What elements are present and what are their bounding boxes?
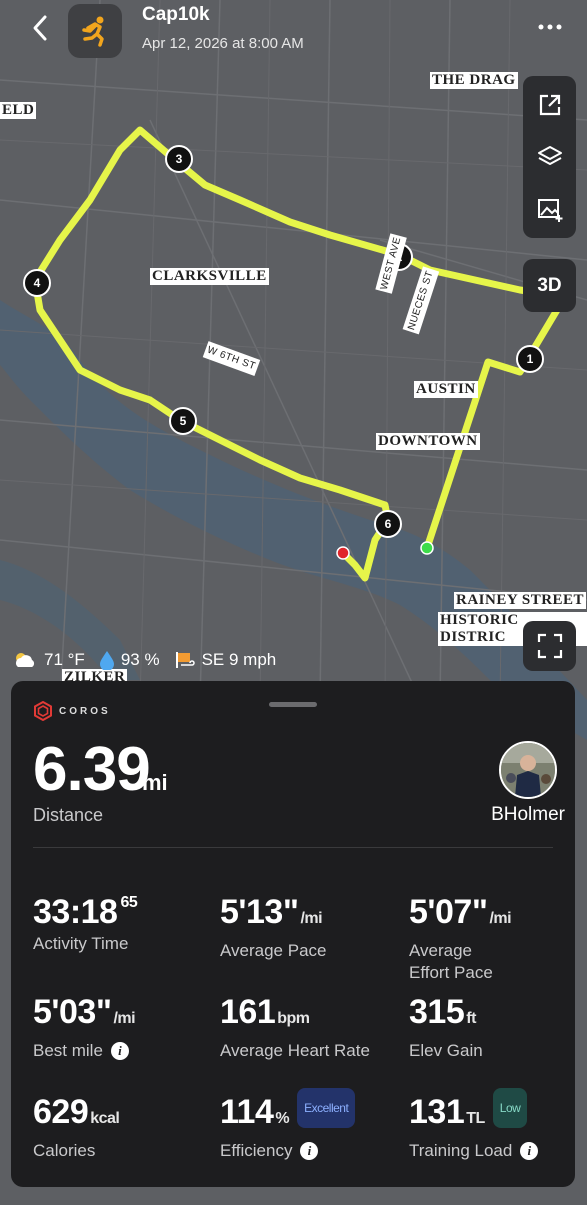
efficiency-badge: Excellent — [297, 1088, 356, 1129]
coros-logo: COROS — [33, 701, 111, 721]
stat-training-load: 131 TL Low Training Load i — [409, 1088, 539, 1162]
avatar[interactable] — [499, 741, 557, 799]
add-photo-button[interactable] — [523, 184, 576, 234]
map-label-the-drag: THE DRAG — [430, 72, 518, 89]
share-button[interactable] — [523, 80, 576, 130]
info-icon[interactable]: i — [110, 1042, 129, 1060]
activity-time-label: Activity Time — [33, 934, 129, 953]
fullscreen-button[interactable] — [523, 621, 576, 671]
stat-calories: 629 kcal Calories — [33, 1093, 120, 1162]
calories-value: 629 — [33, 1093, 89, 1131]
stats-panel: COROS 6.39 mi Distance BHolmer 33:18 65 A… — [11, 681, 575, 1187]
avg-hr-label: Average Heart Rate — [220, 1041, 370, 1060]
activity-title: Cap10k — [142, 4, 210, 25]
3d-button[interactable]: 3D — [523, 259, 576, 312]
avg-pace-value: 5'13" — [220, 893, 299, 931]
map-tools — [523, 76, 576, 238]
training-load-label: Training Load — [409, 1141, 513, 1160]
top-bar: Cap10k Apr 12, 2026 at 8:00 AM — [0, 0, 587, 70]
back-button[interactable] — [22, 10, 58, 46]
share-icon — [539, 94, 560, 116]
coros-brand-text: COROS — [59, 705, 111, 717]
ellipsis-icon — [538, 24, 562, 30]
efficiency-label: Efficiency — [220, 1141, 293, 1160]
username[interactable]: BHolmer — [459, 804, 565, 826]
end-dot — [336, 546, 350, 560]
best-mile-unit: /mi — [113, 1010, 136, 1027]
more-options-button[interactable] — [532, 12, 568, 42]
wind-flag-icon — [175, 652, 195, 668]
layers-icon — [537, 146, 562, 165]
activity-date: Apr 12, 2026 at 8:00 AM — [142, 35, 304, 52]
coros-logo-icon — [34, 701, 52, 721]
chevron-left-icon — [33, 15, 47, 41]
humidity-value: 93 % — [120, 650, 160, 669]
map-label-clarksville: CLARKSVILLE — [150, 268, 269, 285]
training-load-value: 131 — [409, 1093, 465, 1131]
partly-cloudy-icon — [16, 653, 35, 667]
training-load-unit: TL — [466, 1110, 485, 1127]
info-icon[interactable]: i — [520, 1142, 539, 1160]
avg-pace-unit: /mi — [300, 910, 323, 927]
elev-gain-unit: ft — [466, 1010, 476, 1027]
avg-effort-pace-unit: /mi — [489, 910, 512, 927]
calories-label: Calories — [33, 1141, 96, 1160]
mile-marker-4: 4 — [23, 269, 51, 297]
activity-time-hundredths: 65 — [120, 894, 138, 911]
distance-value: 6.39 — [33, 735, 151, 804]
stat-average-effort-pace: 5'07"/mi Average Effort Pace — [409, 893, 512, 984]
running-activity-icon — [68, 4, 122, 58]
drag-handle[interactable] — [269, 702, 317, 707]
avg-effort-pace-value: 5'07" — [409, 893, 488, 931]
map-label-downtown: DOWNTOWN — [376, 433, 480, 450]
start-dot — [420, 541, 434, 555]
map-label-rainey-street: RAINEY STREET — [454, 592, 587, 609]
avg-hr-unit: bpm — [277, 1010, 310, 1027]
weather-bar: 71 °F 93 % SE 9 mph — [12, 648, 290, 672]
temperature: 71 °F — [12, 650, 85, 670]
avg-effort-pace-label-1: Average — [409, 941, 473, 960]
best-mile-value: 5'03" — [33, 993, 112, 1031]
expand-icon — [537, 633, 562, 659]
distance-unit: mi — [142, 770, 168, 795]
training-load-badge: Low — [492, 1088, 528, 1129]
efficiency-value: 114 — [220, 1093, 274, 1131]
divider — [33, 847, 553, 848]
calories-unit: kcal — [90, 1110, 120, 1127]
stat-efficiency: 114 % Excellent Efficiency i — [220, 1088, 356, 1162]
water-drop-icon — [99, 651, 114, 670]
info-icon[interactable]: i — [300, 1142, 319, 1160]
avg-hr-value: 161 — [220, 993, 276, 1031]
temperature-value: 71 °F — [44, 650, 85, 669]
efficiency-unit: % — [275, 1110, 290, 1127]
avg-effort-pace-label-2: Effort Pace — [409, 963, 493, 982]
avg-pace-label: Average Pace — [220, 941, 327, 960]
elev-gain-value: 315 — [409, 993, 465, 1031]
best-mile-label: Best mile — [33, 1041, 103, 1060]
humidity: 93 % — [99, 650, 160, 670]
mile-marker-1: 1 — [516, 345, 544, 373]
mile-marker-3: 3 — [165, 145, 193, 173]
activity-time-value: 33:18 — [33, 893, 118, 931]
wind: SE 9 mph — [174, 650, 277, 670]
mile-marker-5: 5 — [169, 407, 197, 435]
stat-elev-gain: 315 ft Elev Gain — [409, 993, 483, 1062]
stat-average-pace: 5'13"/mi Average Pace — [220, 893, 326, 962]
distance-label: Distance — [33, 805, 104, 825]
map-label-austin: AUSTIN — [414, 381, 478, 398]
stat-activity-time: 33:18 65 Activity Time — [33, 893, 138, 955]
layers-button[interactable] — [523, 132, 576, 182]
wind-value: SE 9 mph — [201, 650, 277, 669]
map-label-eld: ELD — [0, 102, 37, 119]
stat-average-heart-rate: 161 bpm Average Heart Rate — [220, 993, 370, 1062]
image-add-icon — [537, 199, 562, 222]
elev-gain-label: Elev Gain — [409, 1041, 483, 1060]
stat-best-mile: 5'03"/mi Best mile i — [33, 993, 136, 1062]
mile-marker-6: 6 — [374, 510, 402, 538]
